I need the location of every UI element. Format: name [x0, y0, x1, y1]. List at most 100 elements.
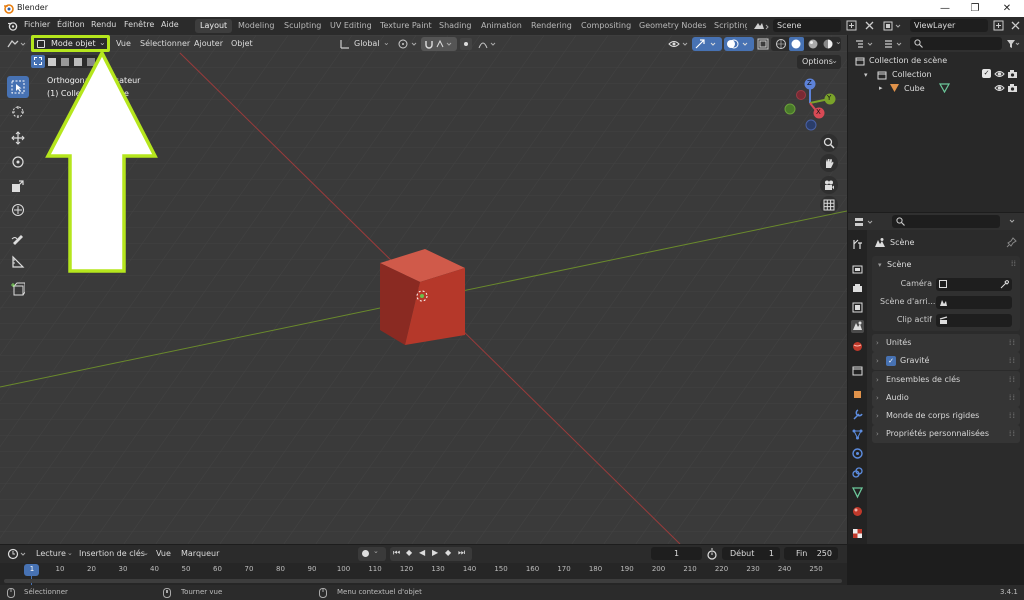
prev-keyframe-icon[interactable]: ◆ — [406, 548, 412, 557]
view-layer-tab-icon[interactable] — [851, 301, 864, 314]
timeline-menu-view[interactable]: Vue — [156, 549, 171, 558]
units-panel[interactable]: › Unités ⁞⁞ — [872, 334, 1020, 352]
render-camera-icon[interactable] — [1007, 69, 1018, 79]
select-box-tool[interactable] — [7, 76, 29, 98]
measure-tool[interactable] — [7, 251, 29, 273]
keying-sets-panel[interactable]: › Ensembles de clés ⁞⁞ — [872, 371, 1020, 389]
pin-icon[interactable] — [1006, 237, 1017, 248]
output-tab-icon[interactable] — [851, 282, 864, 295]
view-layer-selector-icon[interactable] — [883, 20, 903, 32]
collection-tab-icon[interactable] — [851, 364, 864, 377]
tool-tab-icon[interactable] — [851, 238, 864, 251]
tab-layout[interactable]: Layout — [195, 19, 233, 33]
scene-tab[interactable] — [851, 320, 864, 333]
next-keyframe-icon[interactable]: ◆ — [445, 548, 451, 557]
properties-search-input[interactable] — [892, 215, 1000, 228]
menu-window[interactable]: Fenêtre — [124, 20, 154, 29]
drag-handle-icon[interactable]: ⁞⁞ — [1011, 259, 1016, 268]
blender-menu-icon[interactable] — [7, 20, 19, 32]
render-camera-icon[interactable] — [1007, 83, 1018, 93]
camera-field[interactable] — [936, 278, 1012, 291]
end-frame-field[interactable]: Fin 250 — [784, 547, 838, 560]
gravity-panel[interactable]: › ✓ Gravité ⁞⁞ — [872, 352, 1020, 370]
pan-button[interactable] — [820, 154, 838, 172]
expand-collection-icon[interactable]: ▾ — [864, 71, 868, 79]
xray-icon[interactable] — [757, 38, 769, 50]
view-layer-name-field[interactable]: ViewLayer — [910, 19, 988, 32]
eye-icon[interactable] — [994, 69, 1005, 79]
current-frame-field[interactable]: 1 — [651, 547, 702, 560]
properties-editor-type-icon[interactable] — [854, 216, 876, 228]
delete-scene-icon[interactable] — [864, 20, 875, 31]
collapse-scene-icon[interactable]: ▾ — [878, 261, 882, 269]
constraints-tab-icon[interactable] — [851, 466, 864, 479]
tab-sculpting[interactable]: Sculpting — [279, 19, 326, 33]
close-button[interactable]: ✕ — [992, 0, 1022, 17]
viewport-menu-add[interactable]: Ajouter — [194, 39, 223, 48]
eyedropper-icon[interactable] — [1000, 280, 1009, 289]
properties-options-icon[interactable] — [1006, 217, 1020, 227]
tab-compositing[interactable]: Compositing — [576, 19, 636, 33]
delete-view-layer-icon[interactable] — [1010, 20, 1021, 31]
data-tab-icon[interactable] — [851, 486, 864, 499]
outliner-scene-collection[interactable]: Collection de scène — [869, 56, 947, 65]
pivot-point-icon[interactable] — [397, 38, 421, 50]
maximize-button[interactable]: ❐ — [960, 0, 990, 17]
timeline-menu-playback[interactable]: Lecture — [36, 549, 66, 558]
timeline-scrollbar[interactable] — [4, 579, 842, 583]
move-tool[interactable] — [7, 127, 29, 149]
transform-tool[interactable] — [7, 199, 29, 221]
auto-keying-button[interactable]: ⌄ — [358, 547, 386, 561]
outliner-collection[interactable]: Collection — [892, 70, 932, 79]
particles-tab-icon[interactable] — [851, 428, 864, 441]
menu-file[interactable]: Fichier — [24, 20, 50, 29]
new-scene-icon[interactable] — [846, 20, 857, 31]
timeline-menu-marker[interactable]: Marqueur — [181, 549, 219, 558]
world-tab-icon[interactable] — [851, 340, 864, 353]
outliner-search-input[interactable] — [910, 37, 1002, 50]
physics-tab-icon[interactable] — [851, 447, 864, 460]
timeline-menu-keying[interactable]: Insertion de clés — [79, 549, 145, 558]
options-button[interactable]: Options ⌄ — [797, 55, 841, 69]
tab-geometry-nodes[interactable]: Geometry Nodes — [634, 19, 711, 33]
play-icon[interactable]: ▶ — [432, 548, 438, 557]
tab-modeling[interactable]: Modeling — [233, 19, 279, 33]
scale-tool[interactable] — [7, 175, 29, 197]
render-tab-icon[interactable] — [851, 263, 864, 276]
scene-selector-icon[interactable] — [752, 20, 770, 32]
wireframe-shading-icon[interactable] — [775, 38, 787, 50]
tab-rendering[interactable]: Rendering — [526, 19, 577, 33]
start-frame-field[interactable]: Début 1 — [722, 547, 780, 560]
outliner-cube[interactable]: Cube — [904, 84, 925, 93]
scene-section-title[interactable]: Scène — [887, 260, 911, 269]
material-tab-icon[interactable] — [851, 505, 864, 518]
select-new-button[interactable] — [31, 55, 45, 68]
rigid-body-world-panel[interactable]: › Monde de corps rigides ⁞⁞ — [872, 407, 1020, 425]
rotate-tool[interactable] — [7, 151, 29, 173]
timeline-editor-type-icon[interactable] — [7, 548, 29, 560]
editor-type-icon[interactable] — [6, 38, 28, 50]
jump-start-icon[interactable]: ⏮ — [393, 548, 400, 558]
exclude-checkbox[interactable]: ✓ — [982, 69, 991, 78]
snap-toggle[interactable] — [421, 37, 457, 51]
tab-uv-editing[interactable]: UV Editing — [325, 19, 377, 33]
menu-render[interactable]: Rendu — [91, 20, 116, 29]
rendered-shading-icon[interactable] — [822, 38, 834, 50]
annotate-tool[interactable] — [7, 227, 29, 249]
tab-animation[interactable]: Animation — [476, 19, 527, 33]
3d-viewport[interactable]: Mode objet ⌄ Vue Sélectionner Ajouter Ob… — [0, 35, 847, 544]
display-mode-icon[interactable] — [883, 38, 905, 50]
modifier-tab-icon[interactable] — [851, 408, 864, 421]
transform-orientation-dropdown[interactable]: Global — [354, 39, 380, 48]
minimize-button[interactable]: — — [930, 0, 960, 17]
perspective-toggle-button[interactable] — [820, 196, 838, 214]
viewport-menu-object[interactable]: Objet — [231, 39, 253, 48]
gizmo-toggle[interactable] — [692, 37, 722, 51]
eye-icon[interactable] — [994, 83, 1005, 93]
proportional-editing-icon[interactable] — [459, 37, 497, 51]
tab-texture-paint[interactable]: Texture Paint — [375, 19, 437, 33]
solid-shading-button[interactable] — [789, 37, 804, 51]
audio-panel[interactable]: › Audio ⁞⁞ — [872, 389, 1020, 407]
overlay-toggle[interactable] — [724, 37, 754, 51]
play-reverse-icon[interactable]: ◀ — [419, 548, 425, 557]
